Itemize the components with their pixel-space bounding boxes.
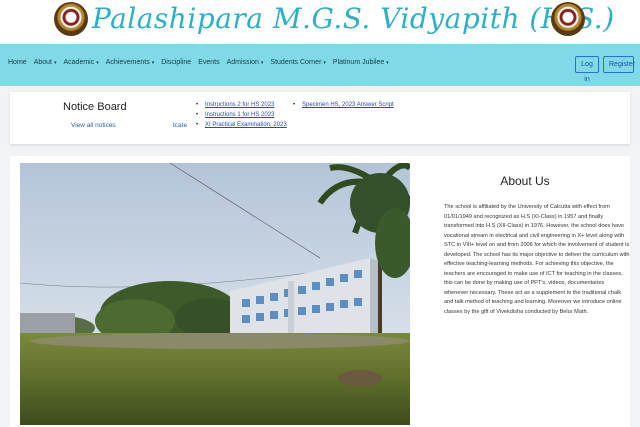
chevron-down-icon: ▾ xyxy=(151,60,155,66)
register-button[interactable]: Register xyxy=(603,56,635,73)
login-button[interactable]: Log in xyxy=(575,56,599,83)
nav-item-label: Home xyxy=(8,59,27,66)
nav-item-label: Academic xyxy=(63,59,95,66)
chevron-down-icon: ▾ xyxy=(96,60,99,66)
nav-item-label: Students Corner xyxy=(270,59,322,66)
school-title: Palashipara M.G.S. Vidyapith (H.S.) xyxy=(92,2,615,35)
site-header: Palashipara M.G.S. Vidyapith (H.S.) xyxy=(0,0,640,44)
school-building-photo xyxy=(20,163,410,425)
notice-link-fragment[interactable]: tcate xyxy=(173,122,187,129)
notice-board-panel: Notice Board View all notices tcate Inst… xyxy=(10,92,630,144)
nav-menu: Home About ▾ Academic ▾ Achievements ▾ Discipli… xyxy=(8,59,396,66)
nav-item-label: Admission xyxy=(226,59,259,66)
nav-item-discipline[interactable]: Discipline xyxy=(161,59,191,66)
nav-item-label: Events xyxy=(198,59,220,66)
notice-link[interactable]: Specimen HS, 2023 Answer Script xyxy=(293,100,394,110)
nav-item-label: Platinum Jubilee xyxy=(332,59,385,66)
school-emblem-icon xyxy=(551,2,585,36)
nav-item-academic[interactable]: Academic ▾ xyxy=(64,59,99,66)
view-all-notices-link[interactable]: View all notices xyxy=(71,122,116,129)
nav-item-home[interactable]: Home xyxy=(8,59,27,66)
about-us-heading: About Us xyxy=(500,174,550,188)
chevron-down-icon: ▾ xyxy=(260,60,264,66)
main-navbar: Home About ▾ Academic ▾ Achievements ▾ Discipli… xyxy=(0,44,640,86)
chevron-down-icon: ▾ xyxy=(323,60,326,66)
nav-item-label: About xyxy=(33,59,52,66)
nav-item-platinum-jubilee[interactable]: Platinum Jubilee ▾ xyxy=(333,59,389,66)
nav-item-admission[interactable]: Admission ▾ xyxy=(227,59,264,66)
chevron-down-icon: ▾ xyxy=(386,60,389,66)
nav-item-about[interactable]: About ▾ xyxy=(34,59,57,66)
notice-board-heading: Notice Board xyxy=(63,101,127,113)
about-us-text: The school is affiliated by the Universi… xyxy=(444,204,630,315)
chevron-down-icon: ▾ xyxy=(53,60,57,66)
nav-item-events[interactable]: Events xyxy=(198,59,219,66)
nav-item-students-corner[interactable]: Students Corner ▾ xyxy=(270,59,326,66)
notice-list: Instructions 2 for HS 2023 Instructions … xyxy=(196,100,287,130)
main-content: About Us The school is affiliated by the… xyxy=(10,156,630,427)
notice-link[interactable]: Instructions 2 for HS 2023 xyxy=(196,100,287,110)
nav-item-label: Achievements xyxy=(105,59,150,66)
notice-link[interactable]: Instructions 1 for HS 2023 xyxy=(196,110,287,120)
notice-list: Specimen HS, 2023 Answer Script xyxy=(293,100,394,110)
nav-item-label: Discipline xyxy=(161,59,192,66)
nav-item-achievements[interactable]: Achievements ▾ xyxy=(106,59,154,66)
school-emblem-icon xyxy=(54,2,88,36)
notice-link[interactable]: XI Practical Examination, 2023 xyxy=(196,120,287,130)
